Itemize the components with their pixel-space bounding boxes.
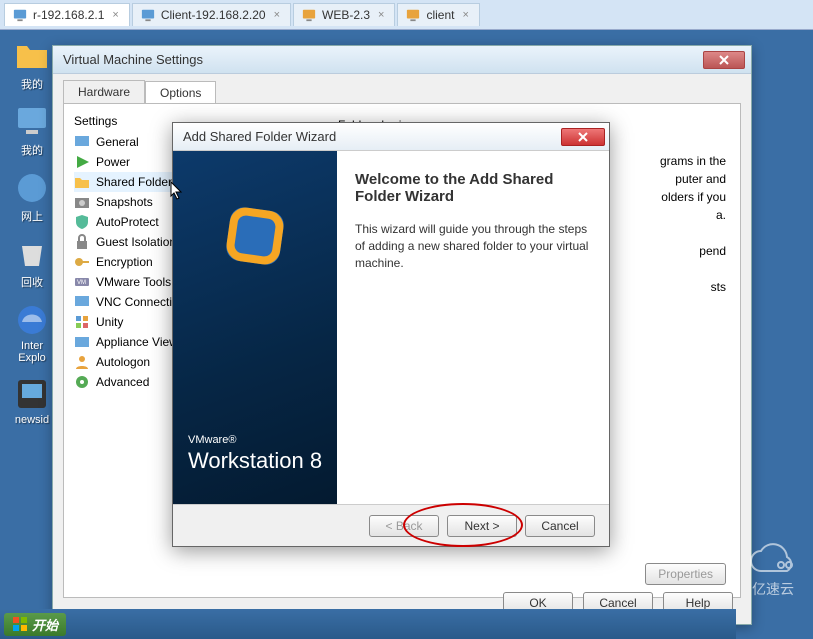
close-icon[interactable]: × — [460, 9, 470, 21]
recycle-icon — [14, 236, 50, 272]
folder-icon — [74, 174, 90, 190]
wizard-title: Add Shared Folder Wizard — [183, 129, 336, 144]
start-button[interactable]: 开始 — [4, 613, 66, 636]
wizard-brand: VMware® Workstation 8 — [173, 434, 322, 474]
cloud-icon — [745, 543, 801, 579]
vm-icon — [302, 8, 316, 22]
windows-icon — [12, 616, 28, 632]
desktop-icon-ie[interactable]: Inter Explo — [8, 302, 56, 364]
tab-options[interactable]: Options — [145, 81, 216, 104]
wizard-sidebar: VMware® Workstation 8 — [173, 151, 337, 504]
close-icon[interactable]: × — [110, 9, 120, 21]
tab-vm-1[interactable]: r-192.168.2.1 × — [4, 3, 130, 26]
tab-vm-4[interactable]: client × — [397, 3, 479, 26]
tab-label: Client-192.168.2.20 — [161, 8, 266, 22]
wizard-footer: < Back Next > Cancel — [173, 504, 609, 546]
properties-button[interactable]: Properties — [645, 563, 726, 585]
unity-icon — [74, 314, 90, 330]
vm-icon — [406, 8, 420, 22]
app-icon — [14, 376, 50, 412]
window-title: Virtual Machine Settings — [63, 52, 203, 67]
desktop-icon-mycomputer[interactable]: 我的 — [8, 104, 56, 158]
svg-text:VM: VM — [77, 280, 86, 286]
cancel-button[interactable]: Cancel — [525, 515, 595, 537]
close-icon — [577, 132, 589, 142]
wizard-close-button[interactable] — [561, 128, 605, 146]
gear-icon — [74, 374, 90, 390]
shield-icon — [74, 214, 90, 230]
tab-label: r-192.168.2.1 — [33, 8, 104, 22]
tools-icon: VM — [74, 274, 90, 290]
desktop-icon-recycle[interactable]: 回收 — [8, 236, 56, 290]
wizard-body: VMware® Workstation 8 Welcome to the Add… — [173, 151, 609, 504]
tab-vm-3[interactable]: WEB-2.3 × — [293, 3, 395, 26]
wizard-text: This wizard will guide you through the s… — [355, 221, 591, 271]
monitor-icon — [74, 134, 90, 150]
wizard-titlebar[interactable]: Add Shared Folder Wizard — [173, 123, 609, 151]
tab-label: client — [426, 8, 454, 22]
desktop-icon-mydocs[interactable]: 我的 — [8, 38, 56, 92]
close-icon[interactable]: × — [272, 9, 282, 21]
document-tabs: r-192.168.2.1 × Client-192.168.2.20 × WE… — [0, 0, 813, 30]
settings-tabs: Hardware Options — [53, 74, 751, 103]
camera-icon — [74, 194, 90, 210]
wizard-content: Welcome to the Add Shared Folder Wizard … — [337, 151, 609, 504]
next-button[interactable]: Next > — [447, 515, 517, 537]
vm-icon — [13, 8, 27, 22]
desktop: 我的 我的 网上 回收 Inter Explo newsid — [8, 38, 56, 426]
taskbar: 开始 — [0, 609, 736, 639]
add-shared-folder-wizard: Add Shared Folder Wizard VMware® Worksta… — [172, 122, 610, 547]
user-icon — [74, 354, 90, 370]
key-icon — [74, 254, 90, 270]
vmware-logo-icon — [210, 191, 300, 281]
folder-icon — [14, 38, 50, 74]
desktop-icon-newsid[interactable]: newsid — [8, 376, 56, 426]
computer-icon — [14, 104, 50, 140]
vm-icon — [141, 8, 155, 22]
close-icon — [719, 55, 729, 65]
vnc-icon — [74, 294, 90, 310]
close-icon[interactable]: × — [376, 9, 386, 21]
desktop-icon-network[interactable]: 网上 — [8, 170, 56, 224]
appliance-icon — [74, 334, 90, 350]
wizard-heading: Welcome to the Add Shared Folder Wizard — [355, 171, 591, 205]
tab-vm-2[interactable]: Client-192.168.2.20 × — [132, 3, 291, 26]
ie-icon — [14, 302, 50, 338]
tab-label: WEB-2.3 — [322, 8, 370, 22]
tab-hardware[interactable]: Hardware — [63, 80, 145, 103]
titlebar[interactable]: Virtual Machine Settings — [53, 46, 751, 74]
window-close-button[interactable] — [703, 51, 745, 69]
watermark: 亿速云 — [745, 543, 801, 599]
back-button[interactable]: < Back — [369, 515, 439, 537]
play-icon — [74, 154, 90, 170]
network-icon — [14, 170, 50, 206]
lock-icon — [74, 234, 90, 250]
